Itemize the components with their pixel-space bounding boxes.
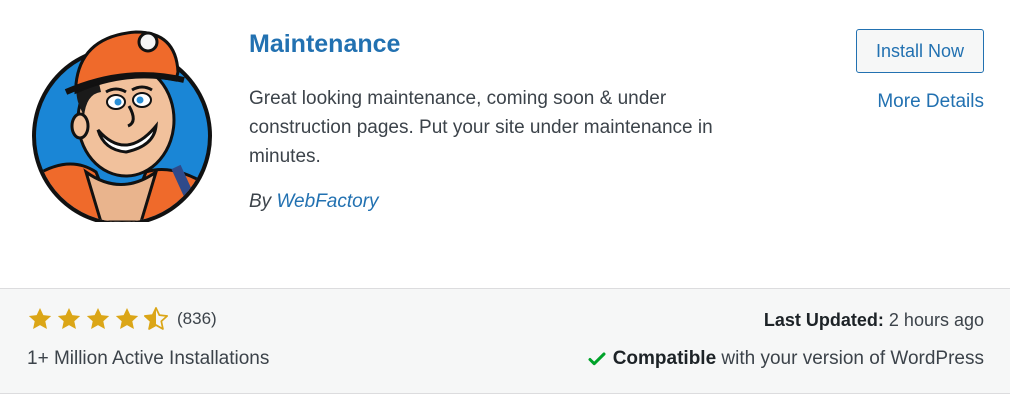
star-rating: (836) [27,306,217,332]
star-filled-icon [28,307,52,329]
star-filled-icon [115,307,139,329]
rating-count: (836) [177,309,217,328]
star-filled-icon [86,307,110,329]
star-filled-icon [57,307,81,329]
compatible-text: with your version of WordPress [721,348,984,369]
compatible-label: Compatible [612,348,717,369]
author-prefix: By [249,191,272,212]
plugin-title-link[interactable]: Maintenance [249,30,400,59]
last-updated-label: Last Updated: [763,310,884,330]
plugin-icon[interactable] [26,22,218,226]
compatibility: Compatible with your version of WordPres… [587,348,984,370]
star-half-icon [143,307,169,330]
plugin-card: Maintenance Great looking maintenance, c… [0,0,1010,288]
active-installs: 1+ Million Active Installations [27,348,270,369]
more-details-link[interactable]: More Details [877,91,984,113]
last-updated-value: 2 hours ago [888,310,984,330]
plugin-card-footer [0,288,1010,394]
construction-worker-icon [32,30,212,226]
stars [27,306,169,332]
last-updated: Last Updated: 2 hours ago [764,310,984,331]
plugin-description: Great looking maintenance, coming soon &… [249,88,713,167]
plugin-author: By WebFactory [249,191,379,213]
author-link[interactable]: WebFactory [276,191,378,212]
install-now-button[interactable]: Install Now [856,29,984,73]
checkmark-icon [588,352,606,366]
